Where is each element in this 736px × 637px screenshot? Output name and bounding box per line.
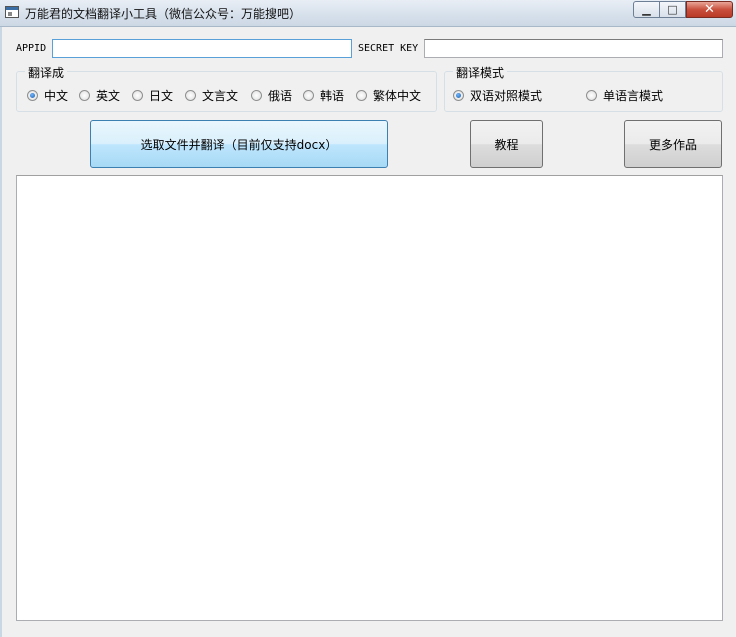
secret-key-input[interactable] bbox=[424, 39, 723, 58]
radio-unchecked-icon bbox=[356, 90, 367, 101]
radio-mode-bilingual[interactable]: 双语对照模式 bbox=[453, 87, 542, 104]
window-title: 万能君的文档翻译小工具（微信公众号：万能搜吧） bbox=[25, 7, 302, 21]
radio-checked-icon bbox=[453, 90, 464, 101]
radio-label: 中文 bbox=[44, 89, 69, 103]
close-button[interactable]: ✕ bbox=[686, 1, 733, 18]
radio-lang-korean[interactable]: 韩语 bbox=[303, 87, 344, 104]
radio-lang-english[interactable]: 英文 bbox=[79, 87, 120, 104]
radio-label: 单语言模式 bbox=[603, 89, 664, 103]
radio-label: 英文 bbox=[96, 89, 121, 103]
minimize-button[interactable]: ▁ bbox=[633, 1, 660, 18]
radio-unchecked-icon bbox=[79, 90, 90, 101]
radio-label: 韩语 bbox=[320, 89, 345, 103]
radio-unchecked-icon bbox=[132, 90, 143, 101]
radio-unchecked-icon bbox=[185, 90, 196, 101]
output-textarea[interactable] bbox=[16, 175, 723, 621]
radio-lang-traditional[interactable]: 繁体中文 bbox=[356, 87, 421, 104]
secret-key-label: SECRET KEY bbox=[358, 43, 419, 54]
radio-lang-japanese[interactable]: 日文 bbox=[132, 87, 173, 104]
radio-label: 日文 bbox=[149, 89, 174, 103]
radio-unchecked-icon bbox=[251, 90, 262, 101]
radio-lang-classical[interactable]: 文言文 bbox=[185, 87, 238, 104]
radio-label: 俄语 bbox=[268, 89, 293, 103]
target-language-legend: 翻译成 bbox=[25, 64, 68, 81]
window-left-edge bbox=[0, 26, 2, 637]
maximize-icon: □ bbox=[667, 3, 678, 16]
radio-unchecked-icon bbox=[303, 90, 314, 101]
maximize-button[interactable]: □ bbox=[659, 1, 686, 18]
minimize-icon: ▁ bbox=[642, 3, 651, 16]
radio-label: 文言文 bbox=[202, 89, 239, 103]
radio-lang-russian[interactable]: 俄语 bbox=[251, 87, 292, 104]
translate-mode-legend: 翻译模式 bbox=[453, 64, 508, 81]
close-icon: ✕ bbox=[704, 2, 715, 17]
appid-label: APPID bbox=[16, 43, 47, 54]
select-file-translate-button[interactable]: 选取文件并翻译（目前仅支持docx） bbox=[90, 120, 388, 168]
radio-checked-icon bbox=[27, 90, 38, 101]
radio-label: 繁体中文 bbox=[373, 89, 422, 103]
tutorial-button[interactable]: 教程 bbox=[470, 120, 543, 168]
radio-label: 双语对照模式 bbox=[470, 89, 543, 103]
app-window-icon bbox=[5, 6, 19, 18]
title-bar[interactable]: 万能君的文档翻译小工具（微信公众号：万能搜吧） ▁ □ ✕ bbox=[0, 0, 736, 27]
more-works-button[interactable]: 更多作品 bbox=[624, 120, 722, 168]
radio-unchecked-icon bbox=[586, 90, 597, 101]
radio-mode-monolingual[interactable]: 单语言模式 bbox=[586, 87, 663, 104]
radio-lang-chinese[interactable]: 中文 bbox=[27, 87, 68, 104]
appid-input[interactable] bbox=[52, 39, 352, 58]
